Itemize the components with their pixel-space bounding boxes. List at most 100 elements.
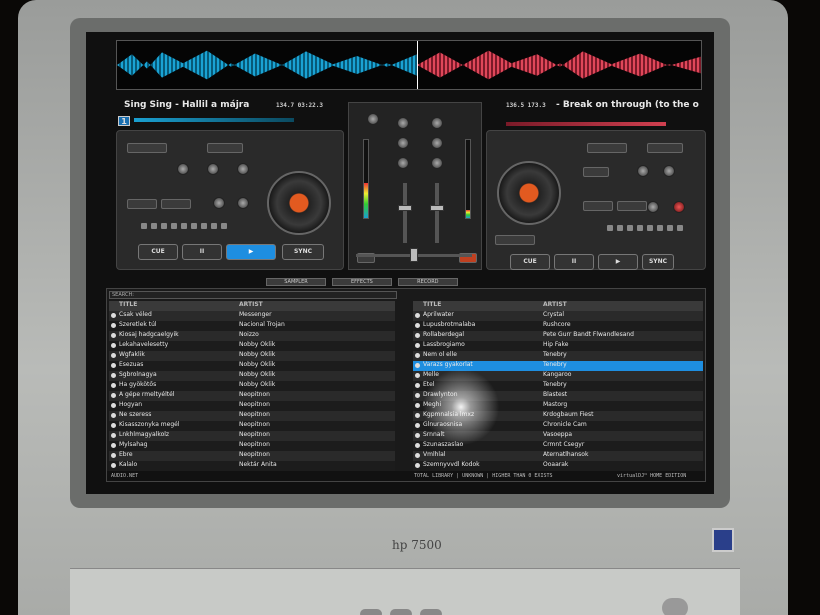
deck1-progress-wave[interactable] [134,118,294,122]
table-row[interactable]: Hogyan Neopitnon [109,401,395,411]
table-row[interactable]: Aprilwater Crystal [413,311,703,321]
waveform-display[interactable] [116,40,702,90]
deck1-cue-pad[interactable] [151,223,157,229]
deck1-cue-pad[interactable] [141,223,147,229]
mixer-eq-knob[interactable] [397,157,409,169]
power-button[interactable] [662,598,688,615]
table-row[interactable]: Wgfaklik Nobby Öklik [109,351,395,361]
table-row[interactable]: Lupusbrotmalaba Rushcore [413,321,703,331]
deck1-knob[interactable] [237,197,249,209]
deck2-cue-pad[interactable] [627,225,633,231]
table-row[interactable]: Lekahavelesetty Nobby Öklik [109,341,395,351]
column-artist[interactable]: ARTIST [239,301,379,311]
deck2-progress-wave[interactable] [506,122,666,126]
deck2-cue-pad[interactable] [667,225,673,231]
deck2-cue-pad[interactable] [657,225,663,231]
deck1-fx-select[interactable] [207,143,243,153]
deck1-cue-pad[interactable] [171,223,177,229]
table-row[interactable]: Vmlhlal Aternatlhansok [413,451,703,461]
deck1-cue-button[interactable]: CUE [138,244,178,260]
track-artist: Nobby Öklik [239,371,276,378]
list-header[interactable]: TITLE ARTIST [413,301,703,311]
table-row[interactable]: Rollaberdegal Pete Gurr Bandt Flwandlesan… [413,331,703,341]
table-row[interactable]: Sgbrolnagya Nobby Öklik [109,371,395,381]
column-title[interactable]: TITLE [109,301,239,311]
mixer-eq-knob[interactable] [431,137,443,149]
table-row[interactable]: Kiosaj hadgcaelgyik Noizzo [109,331,395,341]
crossfader[interactable] [410,248,418,262]
mixer-eq-knob[interactable] [397,137,409,149]
table-row[interactable]: Ha gyökötős Nobby Öklik [109,381,395,391]
deck1-turntable[interactable] [267,171,331,235]
deck2-cue-pad[interactable] [637,225,643,231]
track-artist: Blastest [543,391,568,398]
table-row[interactable]: Kalalo Nektár Anita [109,461,395,471]
deck2-cue-pad[interactable] [677,225,683,231]
deck2-cue-button[interactable]: CUE [510,254,550,270]
deck1-loop-button[interactable] [161,199,191,209]
deck2-knob[interactable] [663,165,675,177]
tab-record[interactable]: RECORD [397,278,458,286]
deck1-sync-button[interactable]: SYNC [282,244,324,260]
table-row[interactable]: Nem ol elle Tenebry [413,351,703,361]
table-row[interactable]: Lassbrogiamo Hip Fake [413,341,703,351]
deck1-cue-pad[interactable] [161,223,167,229]
deck1-knob[interactable] [207,163,219,175]
deck1-knob[interactable] [177,163,189,175]
monitor-button[interactable] [390,609,412,615]
tab-sampler[interactable]: SAMPLER [266,278,326,286]
deck2-volume-fader[interactable] [430,205,444,211]
deck1-volume-fader[interactable] [398,205,412,211]
browser-left-list[interactable]: TITLE ARTIST Csak véled Messenger Szeretle… [109,301,395,473]
deck2-loop-button[interactable] [583,201,613,211]
deck1-pause-button[interactable]: II [182,244,222,260]
deck2-loop-button[interactable] [617,201,647,211]
deck2-cue-pad[interactable] [647,225,653,231]
deck1-cue-pad[interactable] [221,223,227,229]
table-row[interactable]: Ne szeress Neopitnon [109,411,395,421]
panel-tabs: SAMPLER EFFECTS RECORD [266,278,666,286]
deck2-knob[interactable] [673,201,685,213]
deck2-pitch-select[interactable] [587,143,627,153]
deck1-pitch-select[interactable] [127,143,167,153]
monitor-button[interactable] [420,609,442,615]
mixer-eq-knob[interactable] [397,117,409,129]
table-row[interactable]: Mylsahag Neopitnon [109,441,395,451]
deck1-cue-pad[interactable] [211,223,217,229]
deck2-pause-button[interactable]: II [554,254,594,270]
deck1-knob[interactable] [213,197,225,209]
search-input[interactable]: SEARCH: [109,291,397,299]
table-row[interactable]: A gépe rmeltyéltél Neopitnon [109,391,395,401]
table-row[interactable]: Ésezuas Nobby Öklik [109,361,395,371]
deck2-play-button[interactable]: ▶ [598,254,638,270]
column-artist[interactable]: ARTIST [543,301,683,311]
deck2-sync-button[interactable]: SYNC [642,254,674,270]
deck1-cue-pad[interactable] [191,223,197,229]
table-row[interactable]: Kisasszonyka megél Neopitnon [109,421,395,431]
table-row[interactable]: Csak véled Messenger [109,311,395,321]
mixer-gain-knob[interactable] [367,113,379,125]
column-title[interactable]: TITLE [413,301,543,311]
list-header[interactable]: TITLE ARTIST [109,301,395,311]
mixer-eq-knob[interactable] [431,117,443,129]
table-row[interactable]: Lnkhlmagyalkolz Neopitnon [109,431,395,441]
tab-effects[interactable]: EFFECTS [331,278,392,286]
deck2-nav-buttons[interactable] [495,235,535,245]
deck2-cue-pad[interactable] [617,225,623,231]
monitor-button[interactable] [360,609,382,615]
table-row[interactable]: Ébre Neopitnon [109,451,395,461]
deck2-key-button[interactable] [583,167,609,177]
deck2-knob[interactable] [637,165,649,177]
deck2-turntable[interactable] [497,161,561,225]
deck2-cue-pad[interactable] [607,225,613,231]
mixer-eq-knob[interactable] [431,157,443,169]
deck1-loop-button[interactable] [127,199,157,209]
deck2-fx-select[interactable] [647,143,683,153]
deck1-cue-pad[interactable] [181,223,187,229]
deck1-knob[interactable] [237,163,249,175]
deck2-knob[interactable] [647,201,659,213]
deck1-cue-pad[interactable] [201,223,207,229]
table-row[interactable]: Szeretlek túl Nacional Trojan [109,321,395,331]
deck1-play-button[interactable]: ▶ [226,244,276,260]
table-row[interactable]: Szemnyvvdl Kodok Ooaarak [413,461,703,471]
